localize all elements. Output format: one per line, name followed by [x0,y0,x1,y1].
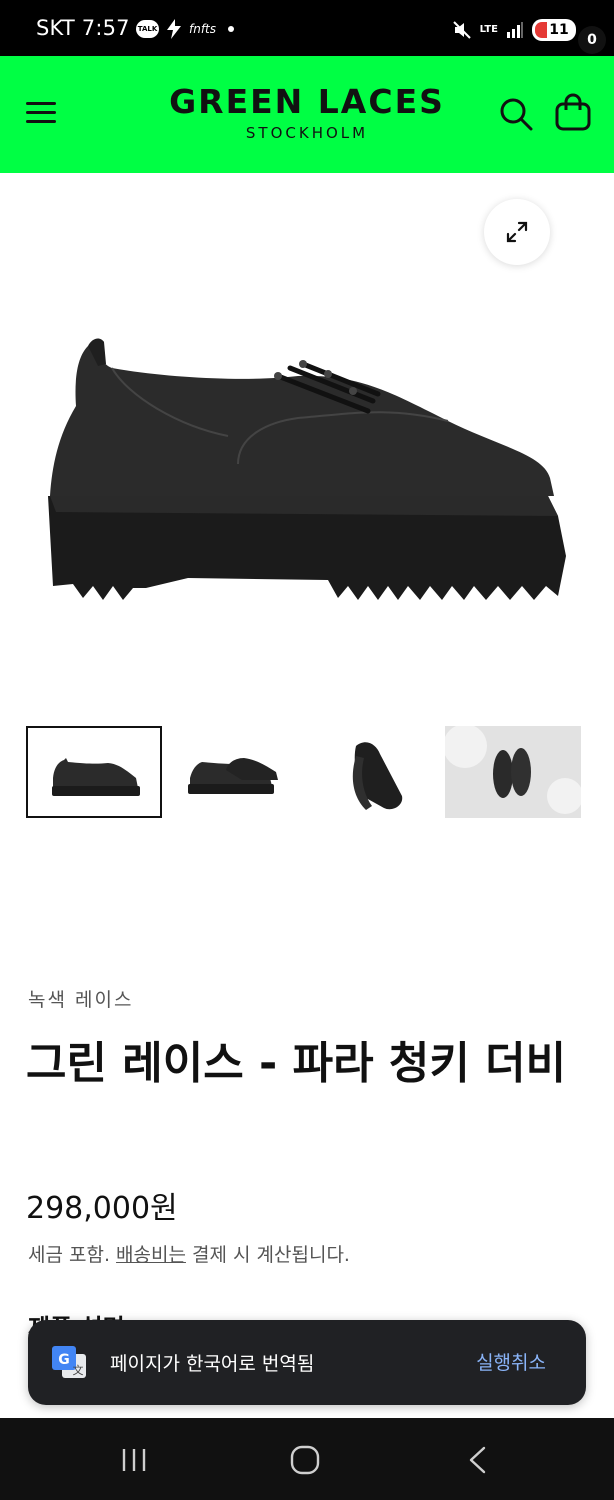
system-nav-bar [0,1418,614,1500]
google-translate-icon: G 文 [52,1346,86,1378]
lightning-icon [167,19,181,39]
brand-subtitle: STOCKHOLM [245,124,369,142]
translate-toast: G 文 페이지가 한국어로 번역됨 실행취소 [28,1320,586,1405]
hamburger-menu-icon[interactable] [26,102,56,124]
expand-icon [506,221,528,243]
thumbnail-gallery [26,726,582,818]
site-header: GREEN LACES STOCKHOLM [0,56,614,173]
zoom-button[interactable] [484,199,550,265]
more-notifications-dot [228,26,235,32]
search-icon[interactable] [498,96,534,132]
cart-icon[interactable] [554,92,592,132]
cart-count-badge: 0 [578,26,606,54]
translate-icon-letter: G [58,1352,70,1368]
brand-logo[interactable]: GREEN LACES STOCKHOLM [160,82,454,142]
shipping-link[interactable]: 배송비는 [116,1244,186,1266]
translate-icon-glyph: 文 [73,1363,84,1377]
signal-icon [507,22,523,38]
main-product-image[interactable] [28,196,588,706]
brand-name: GREEN LACES [169,82,445,121]
status-right-icons: LTE 11 [452,19,576,41]
home-icon[interactable] [290,1445,320,1475]
undo-button[interactable]: 실행취소 [476,1348,546,1375]
app-notification-icon: fnfts [189,22,217,36]
network-type: LTE [479,24,498,35]
product-vendor[interactable]: 녹색 레이스 [28,985,133,1012]
product-price: 298,000원 [26,1191,178,1226]
recent-apps-icon[interactable] [120,1447,148,1473]
kakaotalk-icon: TALK [136,20,159,38]
back-icon[interactable] [464,1445,492,1475]
thumbnail-1[interactable] [26,726,162,818]
mute-icon [452,21,471,39]
status-bar: SKT 7:57 TALK fnfts LTE 11 [0,0,614,56]
thumbnail-3[interactable] [306,726,442,818]
status-left-icons: TALK fnfts [136,19,235,39]
tax-note: 세금 포함. 배송비는 결제 시 계산됩니다. [28,1240,350,1267]
shoe-image [48,338,566,600]
tax-note-suffix: 결제 시 계산됩니다. [185,1244,350,1266]
status-time: SKT 7:57 [36,16,130,40]
product-title: 그린 레이스 - 파라 청키 더비 [26,1038,567,1089]
thumbnail-2[interactable] [166,726,302,818]
battery-indicator: 11 [532,19,576,41]
tax-note-prefix: 세금 포함. [28,1244,117,1266]
thumbnail-4[interactable] [445,726,581,818]
translate-message: 페이지가 한국어로 번역됨 [110,1353,315,1375]
